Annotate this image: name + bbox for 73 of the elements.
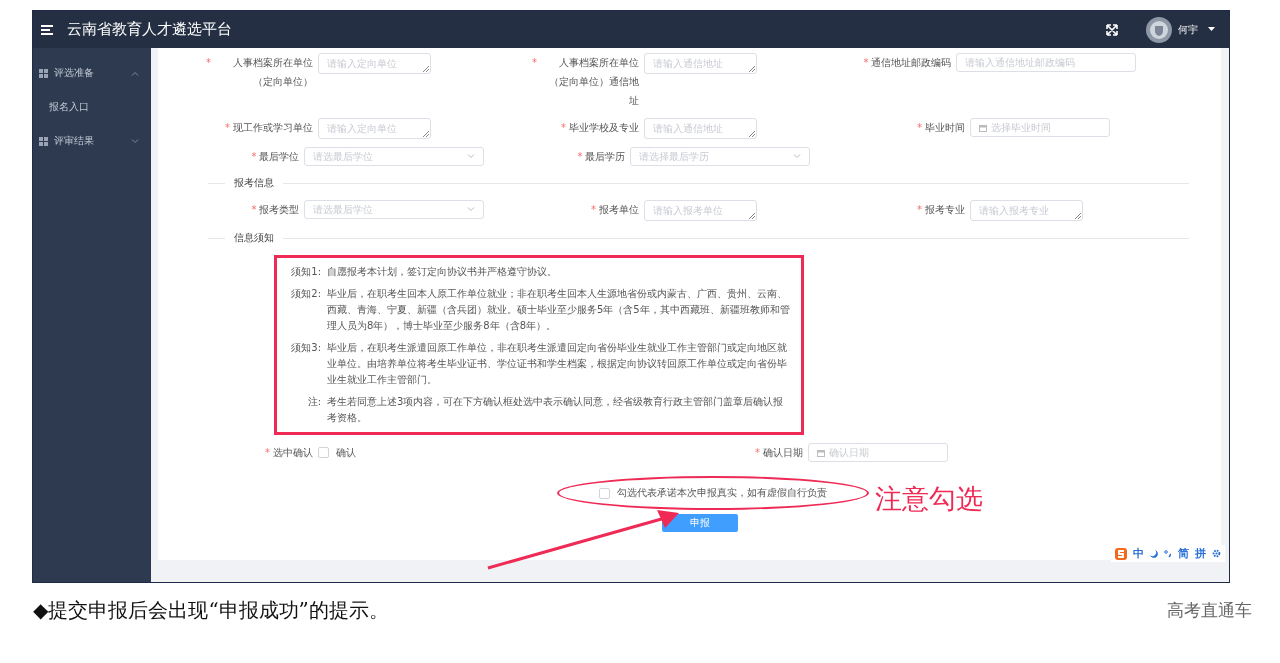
calendar-icon bbox=[817, 448, 825, 457]
required-asterisk: * bbox=[591, 203, 596, 217]
sidebar-group-item[interactable]: 评选准备 bbox=[33, 56, 151, 90]
resize-grip-icon bbox=[749, 213, 755, 219]
checkbox[interactable] bbox=[598, 487, 610, 499]
field-label: 报考专业 bbox=[925, 203, 965, 217]
section-title: 信息须知 bbox=[233, 231, 275, 245]
field-label: 人事档案所在单位（定向单位） bbox=[232, 56, 313, 89]
notice-label: 须知3: bbox=[290, 341, 321, 355]
user-name[interactable]: 何宇 bbox=[1178, 22, 1198, 37]
field-label: 报考类型 bbox=[259, 203, 300, 217]
grid-icon bbox=[39, 68, 48, 78]
notice-label: 须知1: bbox=[290, 265, 321, 279]
required-asterisk: * bbox=[863, 56, 869, 70]
notice-text: 毕业后，在职考生回本人原工作单位就业；非在职考生回本人生源地省份或内蒙古、广西、贵州、云南、西藏、青海、宁夏、新疆（含兵团）就业。硕士毕业至少服务5年（含5年，其中西藏班、新疆班教师和管理人员为8年），博士毕业至少服务8年（含8年）。 bbox=[327, 287, 791, 333]
required-asterisk: * bbox=[225, 121, 230, 135]
required-asterisk: * bbox=[251, 150, 257, 164]
moon-icon[interactable] bbox=[1150, 549, 1158, 558]
grid-icon bbox=[39, 136, 48, 146]
fullscreen-icon[interactable] bbox=[1106, 23, 1118, 36]
chevron-icon bbox=[793, 154, 801, 159]
chevron-icon bbox=[467, 207, 475, 212]
checkbox[interactable] bbox=[318, 447, 329, 458]
settings-icon[interactable] bbox=[1212, 549, 1221, 558]
required-asterisk: * bbox=[265, 446, 270, 460]
annotation-text: 注意勾选 bbox=[875, 482, 983, 516]
field-label: 通信地址邮政编码 bbox=[871, 56, 952, 70]
checkbox-label[interactable]: 确认 bbox=[336, 445, 356, 460]
menu-icon[interactable] bbox=[41, 24, 53, 35]
notice-label: 须知2: bbox=[290, 287, 321, 301]
required-asterisk: * bbox=[251, 203, 257, 217]
pledge-text[interactable]: 勾选代表承诺本次申报真实，如有虚假自行负责 bbox=[616, 486, 827, 500]
caret-icon[interactable] bbox=[1208, 27, 1215, 32]
sidebar-group-item[interactable]: 评审结果 bbox=[33, 124, 151, 158]
required-asterisk: * bbox=[532, 56, 537, 70]
field-label: 现工作或学习单位 bbox=[233, 121, 313, 135]
field-label: 人事档案所在单位（定向单位）通信地址 bbox=[548, 56, 639, 108]
resize-grip-icon bbox=[423, 66, 429, 72]
caption-text: ◆提交申报后会出现“申报成功”的提示。 bbox=[33, 597, 389, 624]
chevron-icon bbox=[467, 154, 475, 159]
required-asterisk: * bbox=[561, 121, 566, 135]
ime-option[interactable]: 拼 bbox=[1195, 546, 1206, 561]
resize-grip-icon bbox=[1075, 213, 1081, 219]
required-asterisk: * bbox=[577, 150, 583, 164]
required-asterisk: * bbox=[206, 56, 211, 70]
field-label: 选中确认 bbox=[273, 446, 313, 460]
section-title: 报考信息 bbox=[233, 176, 275, 190]
sidebar-label: 评审结果 bbox=[54, 134, 95, 148]
field-label: 确认日期 bbox=[763, 446, 803, 460]
required-asterisk: * bbox=[917, 203, 922, 217]
field-label: 最后学历 bbox=[585, 150, 626, 164]
ime-mode[interactable]: 中 bbox=[1133, 546, 1144, 561]
punctuation-icon[interactable] bbox=[1164, 549, 1172, 558]
notice-text: 考生若同意上述3项内容，可在下方确认框处选中表示确认同意，经省级教育行政主管部门盖章后确认报考资格。 bbox=[327, 395, 785, 425]
notice-text: 毕业后，在职考生派遣回原工作单位，非在职考生派遣回定向省份毕业生就业工作主管部门或定向地区就业单位。由培养单位将考生毕业证书、学位证书和学生档案，根据定向协议转回原工作单位或定向省份毕业生就业工作主管部门。 bbox=[327, 341, 788, 387]
source-label: 高考直通车 bbox=[1167, 599, 1252, 622]
required-asterisk: * bbox=[755, 446, 760, 460]
sidebar-label: 评选准备 bbox=[54, 66, 95, 80]
app-title: 云南省教育人才遴选平台 bbox=[67, 20, 232, 39]
avatar-emblem-icon[interactable] bbox=[1146, 16, 1172, 43]
resize-grip-icon bbox=[423, 131, 429, 137]
field-label: 报考单位 bbox=[599, 203, 639, 217]
field-label: 最后学位 bbox=[259, 150, 300, 164]
field-label: 毕业时间 bbox=[925, 121, 965, 135]
field-label: 毕业学校及专业 bbox=[569, 121, 639, 135]
resize-grip-icon bbox=[749, 131, 755, 137]
ime-option[interactable]: 简 bbox=[1178, 546, 1189, 561]
required-asterisk: * bbox=[917, 121, 922, 135]
calendar-icon bbox=[979, 123, 987, 132]
resize-grip-icon bbox=[749, 66, 755, 72]
notice-text: 自愿报考本计划，签订定向协议书并严格遵守协议。 bbox=[327, 265, 558, 279]
sidebar-link[interactable]: 报名入口 bbox=[33, 90, 151, 124]
notice-label: 注: bbox=[306, 395, 321, 409]
